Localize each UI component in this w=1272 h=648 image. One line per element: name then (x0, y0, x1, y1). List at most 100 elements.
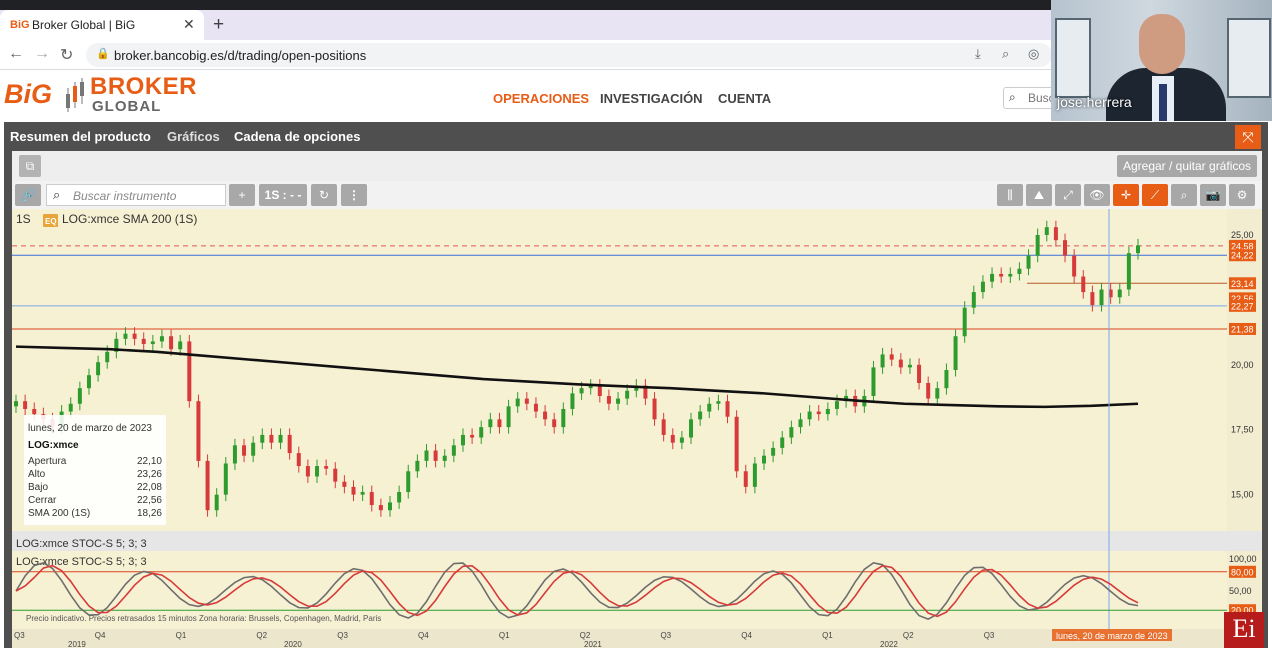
info-row-label: SMA 200 (1S) (28, 508, 90, 519)
favicon-icon: BiG (10, 19, 30, 31)
candle-body (86, 375, 91, 389)
chart-header-row: ⧉ Agregar / quitar gráficos (12, 151, 1262, 181)
candle-body (616, 398, 621, 404)
candle-type-icon[interactable]: ⫼ (997, 184, 1023, 206)
candle-body (734, 416, 739, 472)
global-logo-text: GLOBAL (92, 98, 162, 115)
candle-body (388, 502, 392, 511)
crosshair-icon[interactable]: ✛ (1113, 184, 1139, 206)
indicator-icon[interactable]: ⟋ (1142, 184, 1168, 206)
fullscreen-button[interactable]: ⤧ (1235, 125, 1261, 149)
candle-body (661, 419, 666, 435)
candle-body (96, 362, 101, 376)
price-tag-label: 22,27 (1231, 301, 1254, 311)
nav-investigacion[interactable]: INVESTIGACIÓN (600, 91, 703, 106)
new-tab-icon[interactable]: + (213, 14, 224, 36)
candle-body (606, 395, 611, 404)
candle-body (178, 341, 183, 350)
period-selector[interactable]: 1S : - - (259, 184, 307, 206)
candle-body (825, 408, 830, 415)
candle-body (953, 336, 958, 370)
price-axis-label: 25,00 (1231, 230, 1254, 240)
candle-body (451, 445, 456, 456)
price-tag-label: 23,14 (1231, 279, 1254, 289)
eq-badge-text: EQ (45, 217, 57, 226)
tab-resumen-producto[interactable]: Resumen del producto (10, 129, 151, 144)
candle-body (251, 442, 256, 456)
price-axis-label: 20,00 (1231, 360, 1254, 370)
candle-body (789, 427, 794, 438)
quarter-label: Q4 (418, 631, 429, 640)
info-date: lunes, 20 de marzo de 2023 (28, 423, 152, 434)
nav-operaciones[interactable]: OPERACIONES (493, 91, 589, 106)
candle-body (652, 398, 657, 420)
back-icon[interactable]: ← (8, 45, 24, 63)
candle-body (917, 364, 922, 383)
add-remove-charts-button[interactable]: Agregar / quitar gráficos (1117, 155, 1257, 177)
zoom-icon[interactable]: ⌕ (1171, 184, 1197, 206)
candle-body (378, 505, 383, 511)
candle-body (1090, 292, 1095, 306)
candle-body (515, 398, 520, 407)
install-icon[interactable]: ⤓ (975, 46, 981, 62)
nav-cuenta[interactable]: CUENTA (718, 91, 771, 106)
link-icon[interactable]: 🔗 (15, 184, 41, 206)
candle-body (1026, 255, 1031, 269)
gear-icon[interactable]: ⚙ (1229, 184, 1255, 206)
big-logo: BiG (4, 79, 53, 109)
video-call-overlay: jose.herrera (1051, 0, 1272, 121)
instrument-search-placeholder: Buscar instrumento (73, 189, 177, 203)
stoch-axis-label: 100,00 (1229, 554, 1257, 564)
forward-icon[interactable]: → (34, 45, 50, 63)
participant-name: jose.herrera (1057, 94, 1132, 110)
candle-body (1008, 273, 1013, 277)
tab-title: Broker Global | BiG (32, 18, 136, 32)
url-field[interactable]: 🔒 broker.bancobig.es/d/trading/open-posi… (86, 43, 1052, 67)
candle-body (305, 466, 310, 477)
resize-icon[interactable]: ⤢ (1055, 184, 1081, 206)
price-chart[interactable]: 25,0022,5020,0017,5015,00 24,5824,2223,1… (12, 209, 1262, 648)
candle-body (907, 364, 912, 368)
candle-body (990, 273, 995, 282)
candle-body (689, 419, 694, 438)
zoom-icon[interactable]: ⌕ (1002, 46, 1009, 62)
chart-panel: Resumen del producto Gráficos Cadena de … (4, 122, 1268, 648)
candle-body (488, 419, 493, 428)
candle-body (415, 460, 420, 472)
candle-body (944, 370, 949, 389)
refresh-icon[interactable]: ↻ (311, 184, 337, 206)
candle-body (342, 481, 347, 487)
candle-body (926, 382, 931, 399)
search-icon: ⌕ (53, 187, 61, 202)
candle-body (324, 466, 329, 469)
eye-off-icon[interactable]: ◎ (1028, 46, 1039, 62)
candle-body (798, 419, 803, 428)
tab-cadena-opciones[interactable]: Cadena de opciones (234, 129, 360, 144)
tab-graficos[interactable]: Gráficos (167, 129, 220, 144)
quarter-label: Q3 (14, 631, 25, 640)
eye-icon[interactable]: 👁 (1084, 184, 1110, 206)
instrument-search-input[interactable]: ⌕ Buscar instrumento (46, 184, 226, 206)
popout-icon[interactable]: ⧉ (19, 155, 41, 177)
candle-body (552, 419, 557, 428)
candle-body (77, 388, 82, 404)
quarter-label: Q3 (660, 631, 671, 640)
legend-stoch-b: LOG:xmce STOC-S 5; 3; 3 (16, 556, 147, 568)
candle-body (214, 494, 219, 511)
close-icon[interactable]: ✕ (183, 16, 195, 33)
info-row-value: 22,56 (137, 495, 162, 506)
camera-icon[interactable]: 📷 (1200, 184, 1226, 206)
quarter-label: Q2 (256, 631, 267, 640)
candle-body (32, 408, 37, 415)
reload-icon[interactable]: ↻ (60, 45, 73, 65)
office-window (1227, 18, 1271, 98)
add-instrument-button[interactable]: + (229, 184, 255, 206)
area-chart-icon[interactable]: ⛰ (1026, 184, 1052, 206)
candle-body (543, 411, 548, 420)
candle-body (479, 427, 484, 438)
candle-body (834, 401, 839, 409)
candle-body (470, 434, 475, 438)
quarter-label: Q4 (95, 631, 106, 640)
browser-tab[interactable]: BiG Broker Global | BiG ✕ (0, 10, 204, 40)
more-options-button[interactable]: ⋮ (341, 184, 367, 206)
